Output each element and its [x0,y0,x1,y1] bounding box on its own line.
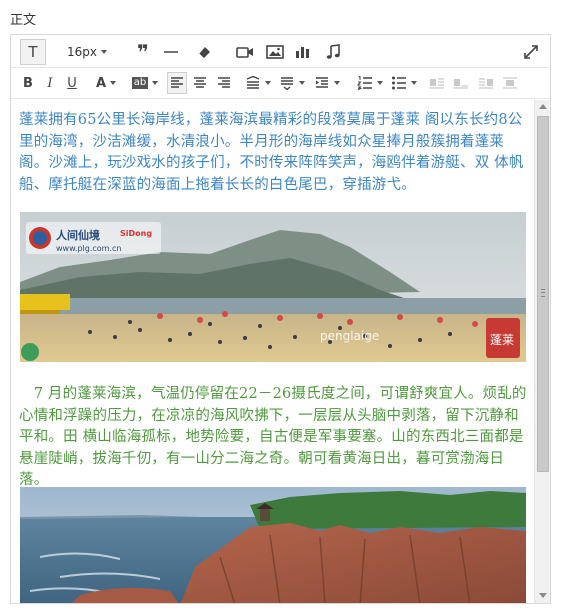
align-left-button[interactable] [167,72,187,94]
chart-icon [296,47,309,58]
horizontal-rule-button[interactable] [162,40,180,64]
chevron-down-icon [299,81,305,85]
image-right-icon [479,78,493,89]
paragraph-2: 7 月的蓬莱海滨，气温仍停留在22－26摄氏度之间，可谓舒爽宜人。烦乱的心情和浮… [19,386,527,488]
insert-audio-button[interactable] [324,40,342,64]
eraser-icon [198,47,210,58]
photo-logo-text: 人间仙境 [56,228,100,242]
paragraph-spacing-button[interactable] [277,71,307,95]
background-color-button[interactable]: ab [128,71,162,95]
paragraph-spacing-icon [281,77,293,90]
chevron-down-icon [110,81,117,85]
indent-button[interactable] [312,71,342,95]
fullscreen-button[interactable] [521,40,541,64]
indent-icon [316,77,328,88]
align-right-icon [218,77,230,88]
ordered-list-icon [357,76,372,90]
image-icon [266,45,284,59]
ordered-list-button[interactable] [355,71,385,95]
toolbar-row-1: T 16px ❞ [11,35,550,68]
font-size-value: 16px [67,45,97,59]
line-height-button[interactable] [243,71,273,95]
insert-chart-button[interactable] [294,40,312,64]
bold-button[interactable]: B [20,71,36,95]
font-size-select[interactable]: 16px [63,40,111,64]
align-center-icon [194,77,206,88]
horizontal-rule-icon [164,51,178,53]
chevron-down-icon [101,50,107,54]
italic-button[interactable]: I [43,71,57,95]
vertical-scrollbar[interactable] [534,100,550,603]
image-inline-button[interactable] [452,71,470,95]
unordered-list-icon [392,76,406,90]
music-icon [326,44,340,59]
chevron-down-icon [265,81,271,85]
align-center-button[interactable] [191,71,209,95]
photo-site-text: www.plg.com.cn [56,244,121,253]
photo-seal: 蓬莱 [490,333,514,347]
toolbar-row-2: B I U A ab [11,68,550,99]
insert-video-button[interactable] [235,40,255,64]
image-center-icon [503,77,517,89]
background-color-label: ab [131,77,149,89]
image-right-button[interactable] [477,71,495,95]
chevron-down-icon [334,81,340,85]
font-color-button[interactable]: A [91,71,121,95]
image-left-button[interactable] [428,71,446,95]
underline-button[interactable]: U [65,71,79,95]
scroll-up-icon[interactable] [539,104,547,109]
chevron-down-icon [152,81,159,85]
scroll-down-icon[interactable] [539,593,547,598]
chevron-down-icon [411,81,417,85]
video-icon [236,47,253,58]
font-color-label: A [95,75,107,91]
text-style-button[interactable]: T [20,39,46,65]
grip-icon [541,289,545,297]
image-center-button[interactable] [501,71,519,95]
line-height-icon [246,76,260,89]
insert-image-button[interactable] [265,40,285,64]
image-left-icon [430,78,444,89]
align-right-button[interactable] [215,71,233,95]
cliff-photo [20,487,526,603]
rich-text-editor: T 16px ❞ B I U A ab 蓬莱拥有65公里长海岸线，蓬莱海滨最精彩… [10,34,551,604]
clear-format-button[interactable] [195,40,213,64]
align-left-icon [171,77,183,88]
blockquote-button[interactable]: ❞ [132,40,154,64]
quote-icon: ❞ [137,40,149,64]
paragraph-1: 蓬莱拥有65公里长海岸线，蓬莱海滨最精彩的段落莫属于蓬莱 阁以东长约8公里的海湾… [19,112,524,193]
beach-photo: 人间仙境 SiDong www.plg.com.cn penglaige 蓬莱 [20,212,526,362]
image-inline-icon [454,79,468,89]
photo-brand-text: SiDong [120,229,152,238]
editor-content[interactable]: 蓬莱拥有65公里长海岸线，蓬莱海滨最精彩的段落莫属于蓬莱 阁以东长约8公里的海湾… [11,100,534,603]
chevron-down-icon [377,81,383,85]
section-label: 正文 [10,13,37,28]
expand-icon [524,45,538,59]
scrollbar-thumb[interactable] [537,116,549,472]
unordered-list-button[interactable] [389,71,419,95]
photo-watermark: penglaige [320,329,379,343]
